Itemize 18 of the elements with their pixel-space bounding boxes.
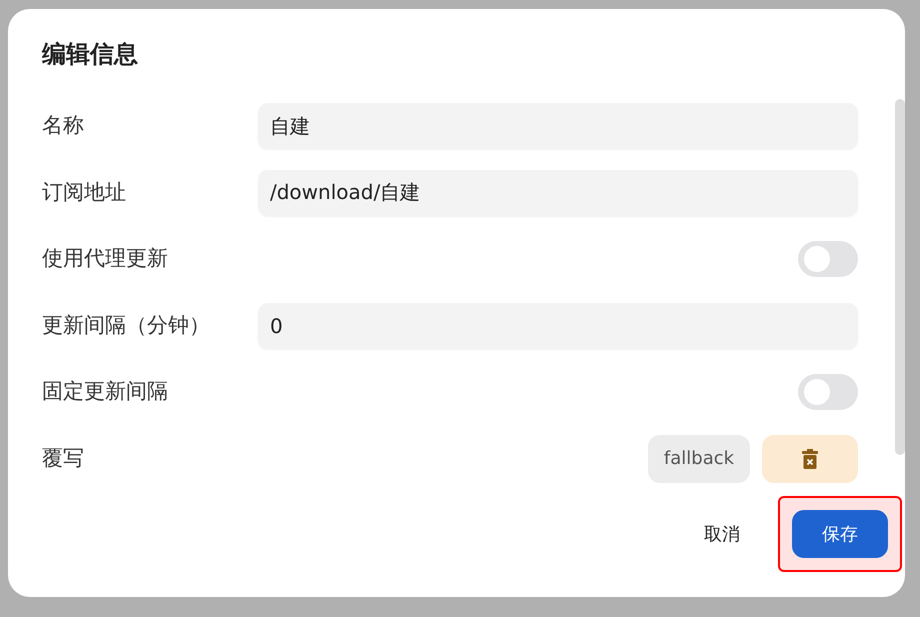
scrollbar-thumb[interactable] bbox=[895, 99, 905, 455]
save-button[interactable]: 保存 bbox=[792, 510, 888, 558]
field-label: 更新间隔（分钟） bbox=[42, 312, 211, 339]
field-label: 使用代理更新 bbox=[42, 245, 169, 272]
trash-icon bbox=[802, 448, 818, 468]
override-tag-button[interactable]: fallback bbox=[648, 434, 750, 482]
cancel-button[interactable]: 取消 bbox=[700, 512, 744, 556]
input-field[interactable]: 自建 bbox=[258, 103, 858, 149]
toggle-switch[interactable] bbox=[798, 241, 858, 277]
field-label: 覆写 bbox=[42, 444, 85, 472]
delete-button[interactable] bbox=[762, 434, 858, 482]
input-field[interactable]: /download/自建 bbox=[258, 170, 858, 216]
input-field[interactable]: 0 bbox=[258, 302, 858, 348]
field-label: 订阅地址 bbox=[42, 178, 127, 206]
dialog-title: 编辑信息 bbox=[42, 39, 139, 69]
field-label: 名称 bbox=[42, 112, 85, 140]
field-label: 固定更新间隔 bbox=[42, 378, 169, 406]
toggle-switch[interactable] bbox=[798, 374, 858, 410]
